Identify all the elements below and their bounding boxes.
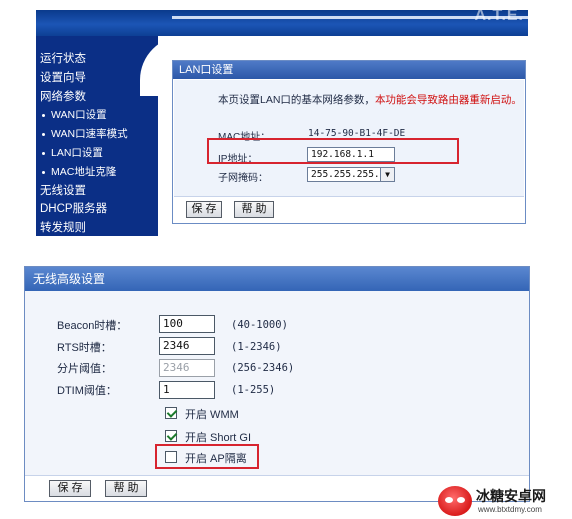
sidebar-item[interactable]: 网络参数 [40,88,128,107]
sidebar-item-label: 运行状态 [40,53,86,65]
sidebar-item-label: 转发规则 [40,222,86,235]
beacon-label: Beacon时槽： [57,320,128,332]
router-banner: A.T.E. [36,10,528,36]
watermark-title: 冰糖安卓网 [476,488,546,504]
lan-settings-screenshot: A.T.E. 运行状态设置向导网络参数 WAN口设置 WAN口速率模式 LAN口设置 M… [36,10,528,236]
beacon-input[interactable]: 100 [159,315,215,333]
beacon-range: (40-1000) [231,319,288,331]
mascot-logo-icon [438,486,472,516]
notice-text: 本页设置LAN口的基本网络参数，本功能会导致路由器重新启动。 [218,92,522,107]
wmm-label: 开启 WMM [185,409,239,421]
short-gi-label: 开启 Short GI [185,432,252,444]
save-button[interactable]: 保 存 [49,480,91,497]
sidebar-item[interactable]: DHCP服务器 [40,200,128,219]
fragment-input: 2346 [159,359,215,377]
ap-isolation-highlight-box [155,444,259,469]
sidebar-item[interactable]: 无线设置 [40,182,128,201]
subnet-mask-label: 子网掩码： [218,173,268,184]
subnet-mask-value: 255.255.255.0 [311,169,386,180]
sidebar-item[interactable]: 运行状态 [40,50,128,69]
short-gi-checkbox[interactable] [165,430,177,442]
fragment-range: (256-2346) [231,362,295,374]
fragment-label: 分片阈值： [57,363,112,375]
rts-range: (1-2346) [231,341,282,353]
sidebar-item[interactable]: LAN口设置 [40,144,128,163]
notice-warning: 本功能会导致路由器重新启动。 [374,94,522,106]
wmm-checkbox[interactable] [165,407,177,419]
sidebar-item-label: 网络参数 [40,90,86,103]
sidebar-item-label: WAN口速率模式 [51,128,128,141]
sidebar-item[interactable]: MAC地址克隆 [40,163,128,182]
help-button[interactable]: 帮 助 [105,480,147,497]
sidebar: 运行状态设置向导网络参数 WAN口设置 WAN口速率模式 LAN口设置 MAC地址克隆无… [36,36,210,236]
sidebar-item-label: DHCP服务器 [40,203,108,216]
sidebar-item-label: LAN口设置 [51,146,103,159]
sidebar-item[interactable]: 设置向导 [40,69,128,88]
sidebar-item[interactable]: WAN口设置 [40,106,128,125]
dtim-label: DTIM阈值： [57,385,117,397]
bullet-icon [42,114,45,118]
panel-footer: 保 存 帮 助 [174,196,524,222]
watermark-url: www.btxtdmy.com [478,505,542,514]
wireless-advanced-title: 无线高级设置 [25,267,529,291]
sidebar-item-label: 无线设置 [40,184,86,197]
rts-input[interactable]: 2346 [159,337,215,355]
wireless-advanced-body: Beacon时槽： 100 (40-1000) RTS时槽： 2346 (1-2… [25,291,529,475]
sidebar-item-label: MAC地址克隆 [51,165,117,178]
rts-label: RTS时槽： [57,342,112,354]
dtim-input[interactable]: 1 [159,381,215,399]
chevron-down-icon[interactable]: ▼ [380,168,394,181]
bullet-icon [42,151,45,155]
bullet-icon [42,170,45,174]
sidebar-item[interactable]: 转发规则 [40,219,128,236]
ip-highlight-box [207,138,459,164]
help-button[interactable]: 帮 助 [234,201,274,218]
sidebar-item[interactable]: WAN口速率模式 [40,125,128,144]
subnet-mask-select[interactable]: 255.255.255.0 ▼ [307,167,395,182]
save-button[interactable]: 保 存 [186,201,222,218]
sidebar-item-label: 设置向导 [40,71,86,84]
bullet-icon [42,132,45,136]
sidebar-item-label: WAN口设置 [51,109,107,122]
lan-settings-panel: LAN口设置 本页设置LAN口的基本网络参数，本功能会导致路由器重新启动。 MA… [172,60,526,224]
panel-title: LAN口设置 [173,61,525,79]
wireless-advanced-screenshot: 无线高级设置 Beacon时槽： 100 (40-1000) RTS时槽： 23… [24,266,530,502]
brand-logo: A.T.E. [474,10,524,24]
sidebar-nav: 运行状态设置向导网络参数 WAN口设置 WAN口速率模式 LAN口设置 MAC地址克隆无… [40,50,128,236]
notice-main: 本页设置LAN口的基本网络参数， [218,94,375,106]
watermark: 冰糖安卓网 www.btxtdmy.com [438,484,572,518]
dtim-range: (1-255) [231,384,276,396]
